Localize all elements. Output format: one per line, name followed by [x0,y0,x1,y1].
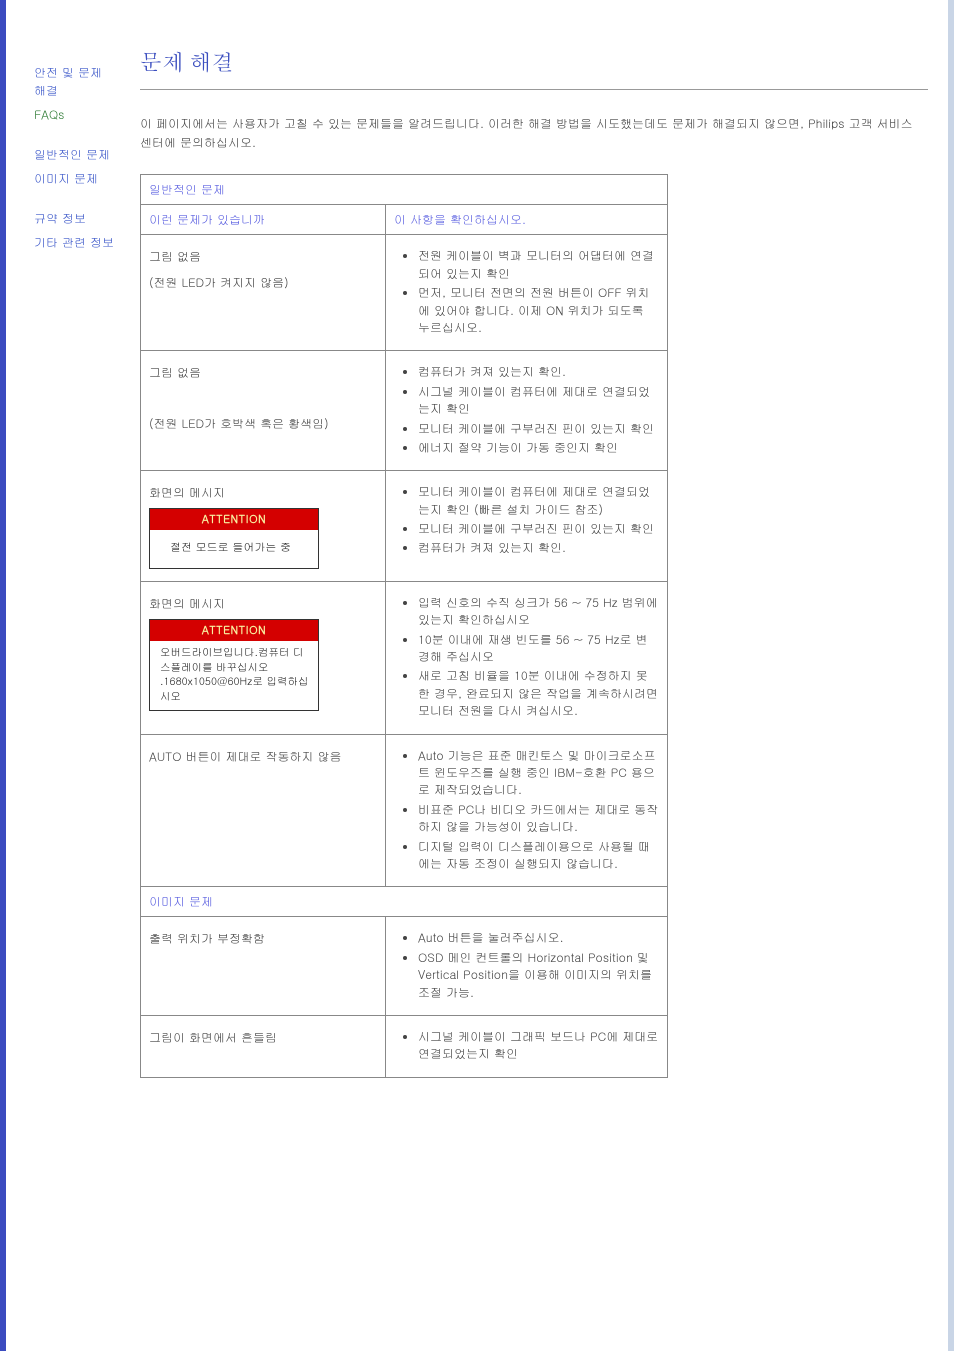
list-item: 컴퓨터가 켜져 있는지 확인. [418,363,659,380]
main-content: 문제 해결 이 페이지에서는 사용자가 고칠 수 있는 문제들을 알려드립니다.… [122,18,928,1078]
attention-header: ATTENTION [150,620,318,641]
separator [140,89,928,90]
intro-text: 이 페이지에서는 사용자가 고칠 수 있는 문제들을 알려드립니다. 이러한 해… [140,114,928,152]
sidebar-link-regulation[interactable]: 규약 정보 [34,210,114,228]
list-item: 컴퓨터가 켜져 있는지 확인. [418,539,659,556]
list-item: 전원 케이블이 벽과 모니터의 어댑터에 연결되어 있는지 확인 [418,247,659,282]
problem-text: 그림이 화면에서 흔들림 [149,1028,377,1047]
list-item: OSD 메인 컨트롤의 Horizontal Position 및 Vertic… [418,949,659,1001]
problem-text: 화면의 메시지 [149,483,377,502]
table-row: AUTO 버튼이 제대로 작동하지 않음 Auto 기능은 표준 매킨토스 및 … [141,734,668,887]
table-row: 그림이 화면에서 흔들림 시그널 케이블이 그래픽 보드나 PC에 제대로 연결… [141,1015,668,1077]
list-item: 시그널 케이블이 그래픽 보드나 PC에 제대로 연결되었는지 확인 [418,1028,659,1063]
list-item: 입력 신호의 수직 싱크가 56 ~ 75 Hz 범위에 있는지 확인하십시오 [418,594,659,629]
sidebar-link-image[interactable]: 이미지 문제 [34,170,114,188]
page-title: 문제 해결 [140,46,928,77]
attention-box: ATTENTION 오버드라이브입니다.컴퓨터 디스플레이를 바꾸십시오 .16… [149,619,319,711]
sidebar-link-safety[interactable]: 안전 및 문제 해결 [34,64,114,100]
section-general: 일반적인 문제 [141,175,668,205]
table-row: 화면의 메시지 ATTENTION 절전 모드로 들어가는 중 모니터 케이블이… [141,471,668,582]
problem-text: 그림 없음 [149,247,377,266]
problem-text: (전원 LED가 켜지지 않음) [149,273,377,292]
problem-text: 그림 없음 [149,363,377,382]
problem-text: 화면의 메시지 [149,594,377,613]
problem-text: AUTO 버튼이 제대로 작동하지 않음 [149,747,377,766]
list-item: 에너지 절약 기능이 가동 중인지 확인 [418,439,659,456]
table-row: 출력 위치가 부정확함 Auto 버튼을 눌러주십시오. OSD 메인 컨트롤의… [141,917,668,1016]
list-item: 디지털 입력이 디스플레이용으로 사용될 때에는 자동 조정이 실행되지 않습니… [418,838,659,873]
page-frame: 안전 및 문제 해결 FAQs 일반적인 문제 이미지 문제 규약 정보 기타 … [0,0,954,1351]
sidebar-link-general[interactable]: 일반적인 문제 [34,146,114,164]
col-solution: 이 사항을 확인하십시오. [386,205,668,235]
list-item: 모니터 케이블에 구부러진 핀이 있는지 확인 [418,520,659,537]
solution-list: 전원 케이블이 벽과 모니터의 어댑터에 연결되어 있는지 확인 먼저, 모니터… [394,247,659,336]
solution-list: 시그널 케이블이 그래픽 보드나 PC에 제대로 연결되었는지 확인 [394,1028,659,1063]
section-image: 이미지 문제 [141,887,668,917]
table-row: 그림 없음 (전원 LED가 호박색 혹은 황색임) 컴퓨터가 켜져 있는지 확… [141,351,668,471]
sidebar-link-other[interactable]: 기타 관련 정보 [34,234,114,252]
solution-list: 컴퓨터가 켜져 있는지 확인. 시그널 케이블이 컴퓨터에 제대로 연결되었는지… [394,363,659,456]
list-item: 모니터 케이블에 구부러진 핀이 있는지 확인 [418,420,659,437]
problem-text: 출력 위치가 부정확함 [149,929,377,948]
solution-list: 모니터 케이블이 컴퓨터에 제대로 연결되었는지 확인 (빠른 설치 가이드 참… [394,483,659,557]
problem-text: (전원 LED가 호박색 혹은 황색임) [149,414,377,433]
troubleshooting-table: 일반적인 문제 이런 문제가 있습니까 이 사항을 확인하십시오. 그림 없음 … [140,174,668,1077]
table-row: 화면의 메시지 ATTENTION 오버드라이브입니다.컴퓨터 디스플레이를 바… [141,581,668,734]
list-item: Auto 버튼을 눌러주십시오. [418,929,659,946]
list-item: 시그널 케이블이 컴퓨터에 제대로 연결되었는지 확인 [418,383,659,418]
solution-list: Auto 버튼을 눌러주십시오. OSD 메인 컨트롤의 Horizontal … [394,929,659,1001]
col-problem: 이런 문제가 있습니까 [141,205,386,235]
solution-list: Auto 기능은 표준 매킨토스 및 마이크로소프트 윈도우즈를 실행 중인 I… [394,747,659,873]
table-row: 그림 없음 (전원 LED가 켜지지 않음) 전원 케이블이 벽과 모니터의 어… [141,235,668,351]
list-item: 10분 이내에 재생 빈도를 56 ~ 75 Hz로 변경해 주십시오 [418,631,659,666]
attention-body: 오버드라이브입니다.컴퓨터 디스플레이를 바꾸십시오 .1680x1050@60… [150,641,318,710]
solution-list: 입력 신호의 수직 싱크가 56 ~ 75 Hz 범위에 있는지 확인하십시오 … [394,594,659,720]
attention-body: 절전 모드로 들어가는 중 [150,530,318,567]
list-item: 먼저, 모니터 전면의 전원 버튼이 OFF 위치에 있어야 합니다. 이제 O… [418,284,659,336]
sidebar-link-faqs[interactable]: FAQs [34,106,114,124]
problem-text [149,389,377,408]
attention-header: ATTENTION [150,509,318,530]
sidebar: 안전 및 문제 해결 FAQs 일반적인 문제 이미지 문제 규약 정보 기타 … [34,18,122,258]
list-item: 비표준 PC나 비디오 카드에서는 제대로 동작하지 않을 가능성이 있습니다. [418,801,659,836]
attention-box: ATTENTION 절전 모드로 들어가는 중 [149,508,319,568]
list-item: 새로 고침 비율을 10분 이내에 수정하지 못한 경우, 완료되지 않은 작업… [418,667,659,719]
list-item: Auto 기능은 표준 매킨토스 및 마이크로소프트 윈도우즈를 실행 중인 I… [418,747,659,799]
list-item: 모니터 케이블이 컴퓨터에 제대로 연결되었는지 확인 (빠른 설치 가이드 참… [418,483,659,518]
